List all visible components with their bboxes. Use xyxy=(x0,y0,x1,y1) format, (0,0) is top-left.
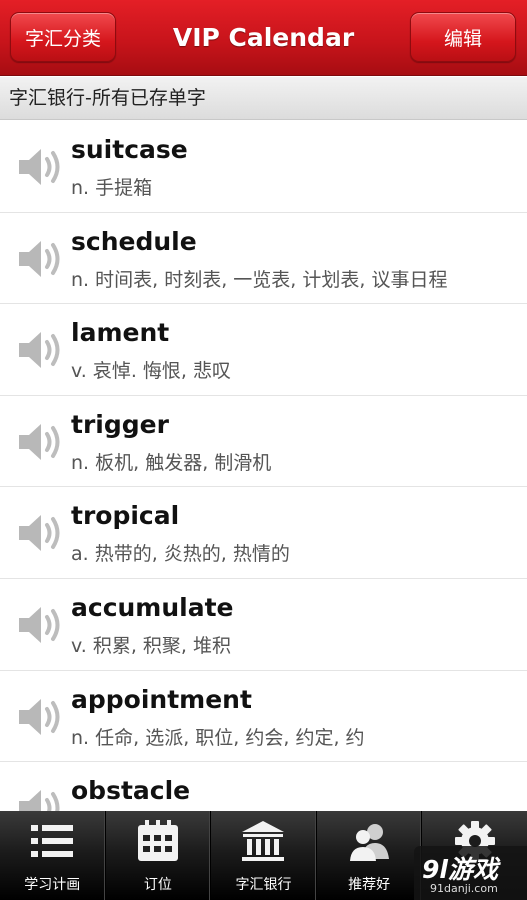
tab-label: 学习计画 xyxy=(24,877,81,893)
section-header: 字汇银行-所有已存单字 xyxy=(0,77,527,120)
category-button[interactable]: 字汇分类 xyxy=(10,12,116,62)
watermark-url: 91danji.com xyxy=(430,882,498,895)
word-text: suitcase xyxy=(71,135,188,164)
list-icon xyxy=(31,825,74,857)
word-row[interactable]: schedule n. 时间表, 时刻表, 一览表, 计划表, 议事日程 xyxy=(0,212,527,305)
tab-word-bank[interactable]: 字汇银行 xyxy=(211,811,317,900)
speaker-icon[interactable] xyxy=(17,420,69,464)
word-text: tropical xyxy=(71,501,180,531)
word-row[interactable]: tropical a. 热带的, 炎热的, 热情的 xyxy=(0,487,527,579)
calendar-icon xyxy=(137,820,178,861)
word-definition: n. 手提箱 xyxy=(71,177,153,199)
app-header: 字汇分类 VIP Calendar 编辑 xyxy=(0,0,527,76)
word-definition: n. 任命, 选派, 职位, 约会, 约定, 约 xyxy=(71,726,365,749)
word-definition: v. 积累, 积聚, 堆积 xyxy=(71,634,232,657)
word-text: appointment xyxy=(71,684,252,714)
tab-booking[interactable]: 订位 xyxy=(106,811,212,900)
word-list[interactable]: suitcase n. 手提箱 schedule n. 时间表, 时刻表, 一览… xyxy=(0,121,527,811)
speaker-icon[interactable] xyxy=(17,786,69,811)
word-definition: n. 时间表, 时刻表, 一览表, 计划表, 议事日程 xyxy=(71,268,448,291)
edit-button[interactable]: 编辑 xyxy=(410,12,516,62)
speaker-icon[interactable] xyxy=(17,237,69,281)
word-text: schedule xyxy=(71,226,197,256)
word-row[interactable]: suitcase n. 手提箱 xyxy=(0,121,527,213)
speaker-icon[interactable] xyxy=(17,145,69,189)
word-text: obstacle xyxy=(71,776,191,806)
speaker-icon[interactable] xyxy=(17,328,69,372)
tab-label: 订位 xyxy=(143,877,172,893)
speaker-icon[interactable] xyxy=(17,511,69,555)
tab-recommend[interactable]: 推荐好 xyxy=(317,811,423,900)
watermark-logo: 9l游戏 xyxy=(422,855,498,884)
tab-label: 字汇银行 xyxy=(235,877,292,893)
word-text: lament xyxy=(71,318,170,348)
word-definition: v. 哀悼. 悔恨, 悲叹 xyxy=(71,360,232,383)
word-row[interactable]: appointment n. 任命, 选派, 职位, 约会, 约定, 约 xyxy=(0,670,527,763)
word-row[interactable]: lament v. 哀悼. 悔恨, 悲叹 xyxy=(0,304,527,396)
word-row[interactable]: trigger n. 板机, 触发器, 制滑机 xyxy=(0,395,527,488)
bank-icon xyxy=(242,821,285,861)
users-icon xyxy=(350,824,390,861)
tab-study-plan[interactable]: 学习计画 xyxy=(0,811,106,900)
word-text: accumulate xyxy=(71,592,234,622)
word-definition: a. 热带的, 炎热的, 热情的 xyxy=(71,543,290,566)
speaker-icon[interactable] xyxy=(17,695,69,739)
word-row[interactable]: accumulate v. 积累, 积聚, 堆积 xyxy=(0,578,527,671)
word-text: trigger xyxy=(71,409,169,439)
speaker-icon[interactable] xyxy=(17,603,69,647)
page-title: VIP Calendar xyxy=(172,23,355,52)
tab-label: 推荐好 xyxy=(348,877,391,893)
site-watermark: 9l游戏 91danji.com xyxy=(414,846,527,900)
word-definition: n. 板机, 触发器, 制滑机 xyxy=(71,451,272,474)
word-row[interactable]: obstacle xyxy=(0,762,527,811)
